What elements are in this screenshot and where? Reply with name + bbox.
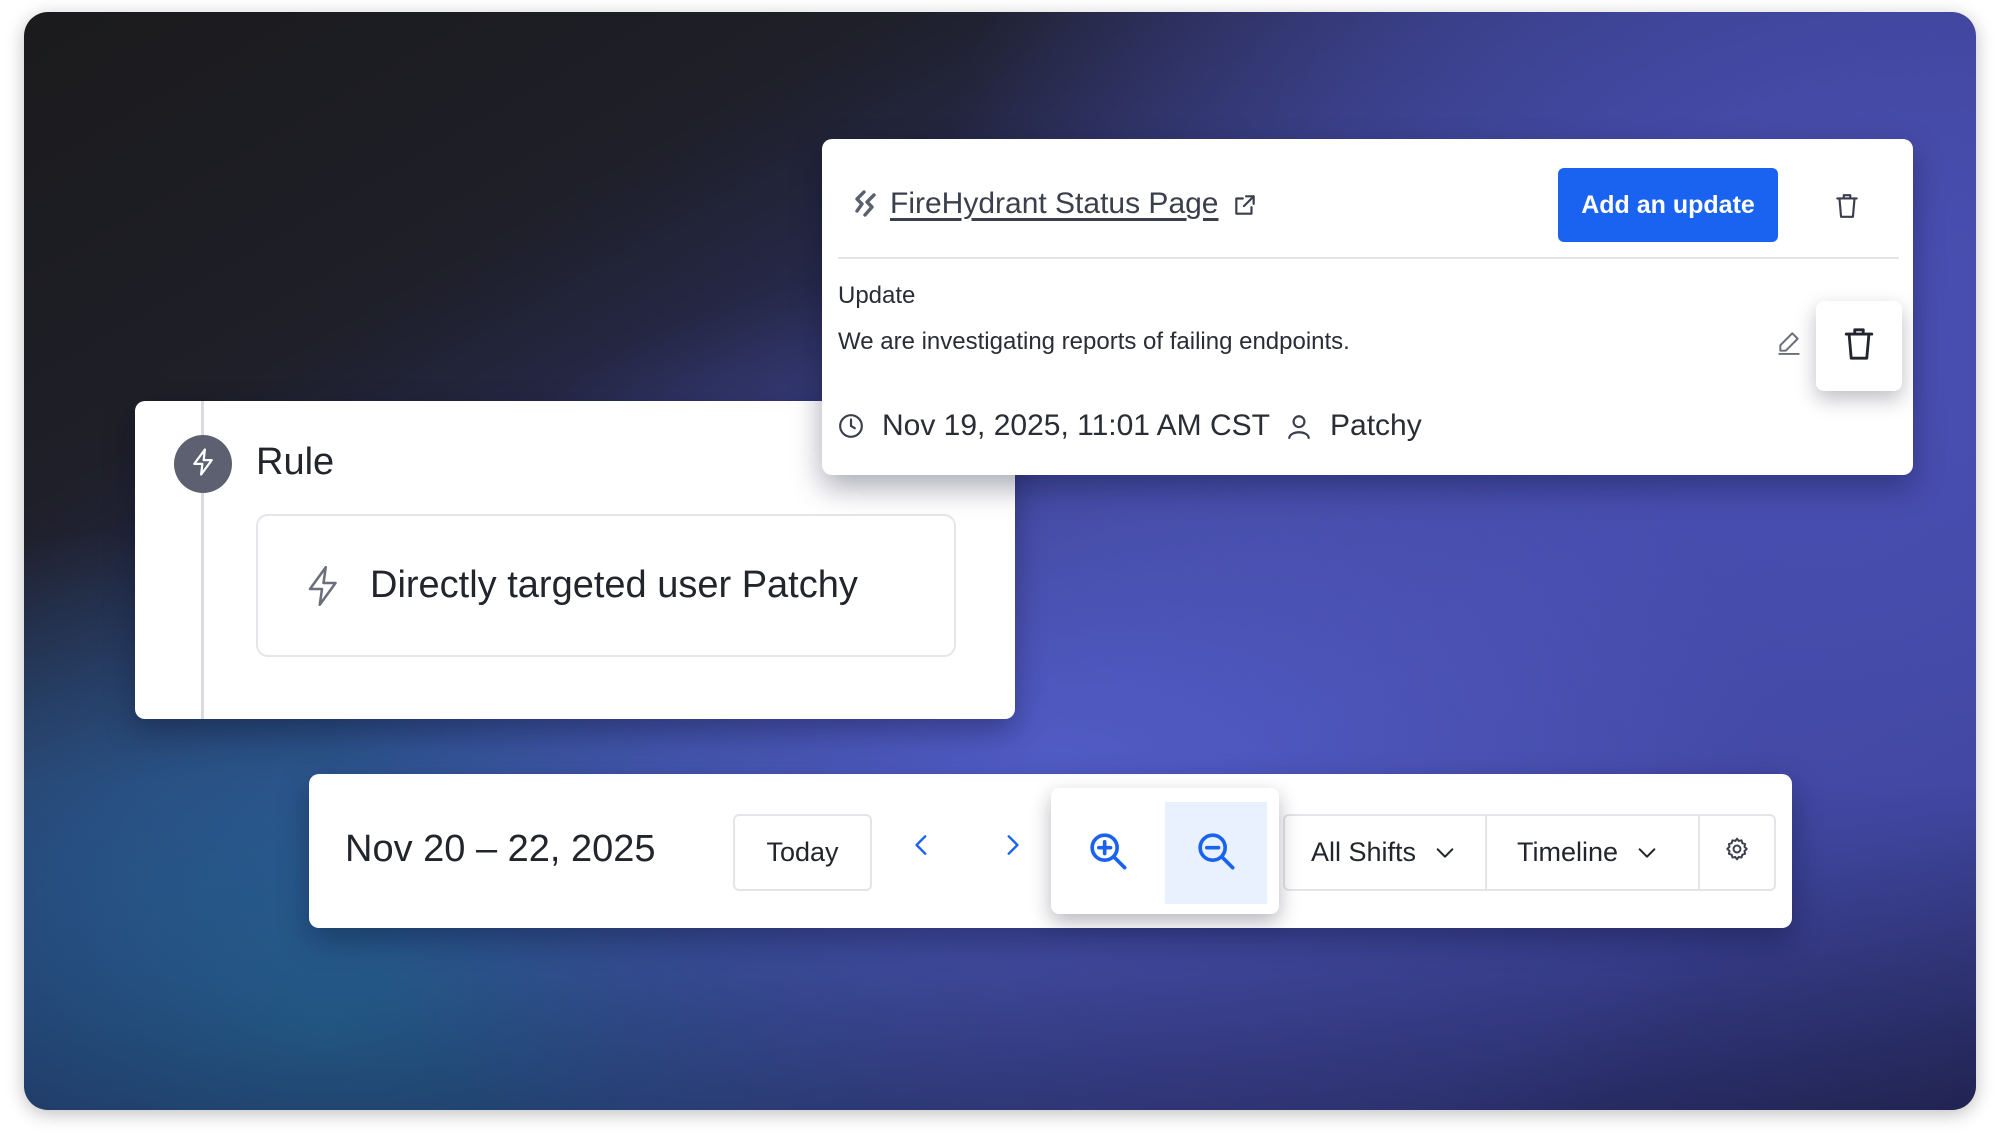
update-meta: Nov 19, 2025, 11:01 AM CST Patchy xyxy=(838,409,1422,443)
zoom-in-icon xyxy=(1088,831,1128,876)
view-mode-label: Timeline xyxy=(1517,837,1619,867)
update-author: Patchy xyxy=(1330,409,1422,442)
bolt-icon xyxy=(188,447,218,482)
add-update-button[interactable]: Add an update xyxy=(1558,168,1778,242)
update-heading: Update xyxy=(838,282,916,309)
status-page-card: FireHydrant Status Page Add an update Up… xyxy=(822,139,1913,475)
delete-status-page-icon[interactable] xyxy=(1834,192,1860,225)
trash-icon xyxy=(1842,325,1876,368)
rule-condition-text: Directly targeted user Patchy xyxy=(370,564,858,606)
chevron-left-icon[interactable] xyxy=(909,830,935,865)
view-mode-dropdown[interactable]: Timeline xyxy=(1485,814,1700,891)
clock-icon xyxy=(838,413,864,439)
bolt-icon xyxy=(304,565,340,607)
edit-icon[interactable] xyxy=(1776,329,1802,360)
update-timestamp: Nov 19, 2025, 11:01 AM CST xyxy=(882,409,1270,442)
divider xyxy=(838,257,1899,259)
zoom-out-icon xyxy=(1196,831,1236,876)
user-icon xyxy=(1286,413,1312,439)
zoom-controls xyxy=(1051,788,1279,914)
zoom-out-button[interactable] xyxy=(1165,802,1267,904)
rule-title: Rule xyxy=(256,441,335,483)
today-button[interactable]: Today xyxy=(733,814,872,891)
gear-icon xyxy=(1724,836,1750,869)
zoom-in-button[interactable] xyxy=(1051,802,1165,904)
chevron-right-icon[interactable] xyxy=(999,830,1025,865)
firehydrant-logo-icon xyxy=(852,189,882,224)
chevron-down-icon xyxy=(1434,842,1456,864)
update-message: We are investigating reports of failing … xyxy=(838,328,1350,355)
date-range: Nov 20 – 22, 2025 xyxy=(345,828,656,870)
rule-condition-box[interactable]: Directly targeted user Patchy xyxy=(256,514,956,657)
status-page-header: FireHydrant Status Page Add an update xyxy=(822,139,1913,259)
chevron-down-icon xyxy=(1636,842,1658,864)
settings-button[interactable] xyxy=(1698,814,1776,891)
delete-update-button[interactable] xyxy=(1816,301,1902,391)
shifts-filter-dropdown[interactable]: All Shifts xyxy=(1283,814,1495,891)
shifts-filter-label: All Shifts xyxy=(1311,837,1417,867)
external-link-icon[interactable] xyxy=(1232,192,1258,223)
rule-badge xyxy=(174,435,232,493)
calendar-toolbar: Nov 20 – 22, 2025 Today All Shifts Timel… xyxy=(309,774,1792,928)
status-page-link[interactable]: FireHydrant Status Page xyxy=(890,187,1219,221)
